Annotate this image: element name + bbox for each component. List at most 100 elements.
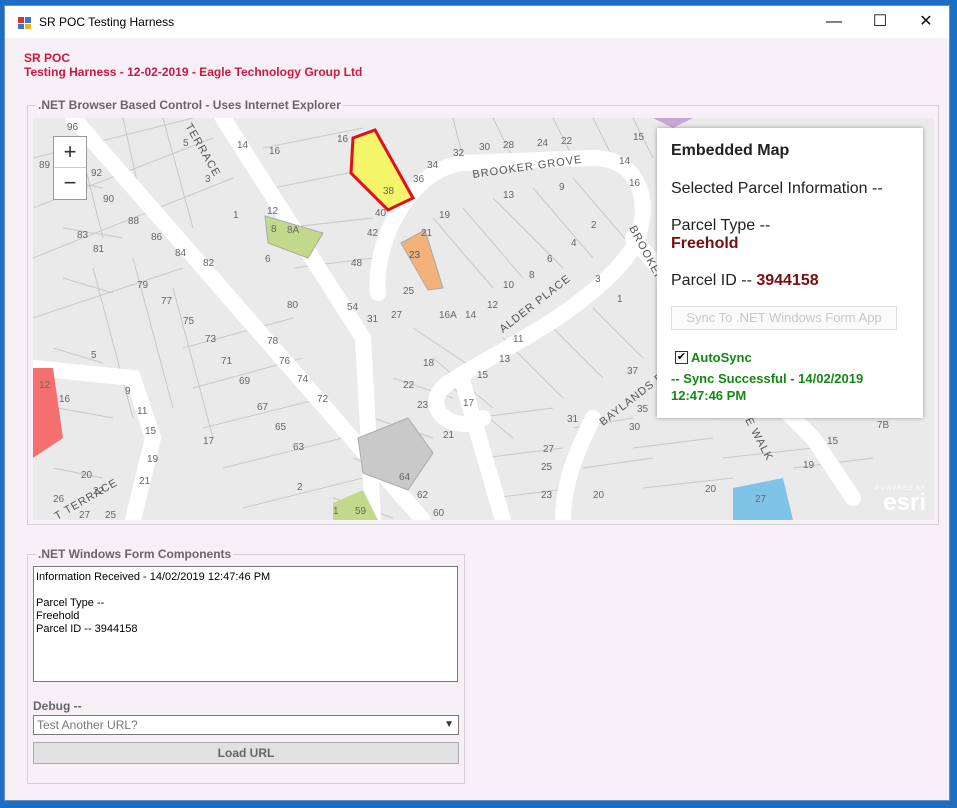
svg-text:37: 37 <box>627 366 639 377</box>
svg-text:4: 4 <box>571 238 577 249</box>
url-placeholder: Test Another URL? <box>37 718 138 732</box>
autosync-checkbox[interactable]: ✔ <box>675 351 688 364</box>
svg-text:92: 92 <box>91 168 103 179</box>
load-url-button[interactable]: Load URL <box>33 742 459 764</box>
zoom-in-button[interactable]: + <box>54 137 86 168</box>
svg-text:80: 80 <box>287 300 299 311</box>
svg-text:59: 59 <box>355 506 367 517</box>
svg-text:23: 23 <box>541 490 553 501</box>
svg-text:72: 72 <box>317 394 329 405</box>
svg-text:32: 32 <box>453 148 465 159</box>
svg-text:31: 31 <box>567 414 579 425</box>
svg-text:89: 89 <box>39 160 51 171</box>
debug-label: Debug -- <box>33 699 82 713</box>
svg-text:20: 20 <box>705 484 717 495</box>
zoom-control: + − <box>53 136 87 200</box>
zoom-out-button[interactable]: − <box>54 168 86 198</box>
information-textarea[interactable]: Information Received - 14/02/2019 12:47:… <box>33 566 458 682</box>
svg-text:19: 19 <box>147 454 159 465</box>
svg-text:14: 14 <box>619 156 631 167</box>
svg-text:15: 15 <box>477 370 489 381</box>
svg-text:12: 12 <box>487 300 499 311</box>
svg-text:12: 12 <box>39 380 51 391</box>
selected-parcel-label: 38 <box>383 186 395 197</box>
parcel-type-value: Freehold <box>671 235 739 252</box>
svg-text:83: 83 <box>77 230 89 241</box>
selected-parcel-heading: Selected Parcel Information -- <box>671 180 883 197</box>
svg-text:30: 30 <box>629 422 641 433</box>
title-bar[interactable]: SR POC Testing Harness — ☐ ✕ <box>5 6 949 38</box>
close-button[interactable]: ✕ <box>903 6 949 38</box>
svg-text:13: 13 <box>503 190 515 201</box>
svg-text:3: 3 <box>595 274 601 285</box>
svg-text:23: 23 <box>417 400 429 411</box>
svg-text:1: 1 <box>333 506 339 517</box>
textarea-line <box>36 584 455 597</box>
svg-text:60: 60 <box>433 508 445 519</box>
svg-text:2: 2 <box>297 482 303 493</box>
svg-text:25: 25 <box>403 286 415 297</box>
svg-text:15: 15 <box>145 426 157 437</box>
svg-text:84: 84 <box>175 248 187 259</box>
svg-text:88: 88 <box>128 216 140 227</box>
svg-text:18: 18 <box>423 358 435 369</box>
svg-text:73: 73 <box>205 334 217 345</box>
svg-text:27: 27 <box>79 510 91 520</box>
parcel-id-label: Parcel ID -- <box>671 272 752 289</box>
svg-text:31: 31 <box>367 314 379 325</box>
form-group-title: .NET Windows Form Components <box>36 547 234 561</box>
svg-text:75: 75 <box>183 316 195 327</box>
svg-text:2: 2 <box>591 220 597 231</box>
svg-text:13: 13 <box>499 354 511 365</box>
svg-text:16: 16 <box>337 134 349 145</box>
parcel-id-value: 3944158 <box>756 272 819 289</box>
svg-text:17: 17 <box>203 436 215 447</box>
svg-text:79: 79 <box>137 280 149 291</box>
svg-text:8A: 8A <box>287 225 300 236</box>
svg-text:16A: 16A <box>439 310 457 321</box>
sync-to-form-button[interactable]: Sync To .NET Windows Form App <box>671 306 897 330</box>
maximize-button[interactable]: ☐ <box>857 6 903 38</box>
svg-text:9: 9 <box>559 182 565 193</box>
embedded-map[interactable]: 96 89 92 90 88 86 84 82 83 81 79 77 75 73 71 69 67 6… <box>33 118 934 520</box>
info-panel-title: Embedded Map <box>671 142 790 159</box>
browser-group-title: .NET Browser Based Control - Uses Intern… <box>36 98 343 112</box>
svg-text:36: 36 <box>413 174 425 185</box>
svg-text:78: 78 <box>267 336 279 347</box>
autosync-label[interactable]: AutoSync <box>691 350 752 365</box>
svg-text:16: 16 <box>59 394 71 405</box>
app-subheading: Testing Harness - 12-02-2019 - Eagle Tec… <box>24 65 363 79</box>
svg-text:27: 27 <box>543 444 555 455</box>
svg-text:26: 26 <box>53 494 65 505</box>
svg-text:1: 1 <box>617 294 623 305</box>
svg-text:25: 25 <box>105 510 117 520</box>
window-title: SR POC Testing Harness <box>39 15 175 29</box>
svg-text:5: 5 <box>183 138 189 149</box>
textarea-line: Parcel ID -- 3944158 <box>36 623 138 635</box>
svg-text:24: 24 <box>537 138 549 149</box>
svg-text:48: 48 <box>351 258 363 269</box>
chevron-down-icon[interactable]: ▼ <box>444 716 454 734</box>
svg-text:11: 11 <box>513 334 524 345</box>
svg-text:21: 21 <box>421 228 433 239</box>
svg-text:34: 34 <box>427 160 439 171</box>
svg-text:64: 64 <box>399 472 411 483</box>
svg-text:77: 77 <box>161 296 173 307</box>
svg-text:54: 54 <box>347 302 359 313</box>
svg-text:11: 11 <box>137 406 148 417</box>
svg-text:63: 63 <box>293 442 305 453</box>
svg-text:7B: 7B <box>877 420 890 431</box>
svg-text:12: 12 <box>267 206 279 217</box>
minimize-button[interactable]: — <box>811 6 857 38</box>
svg-text:3: 3 <box>205 174 211 185</box>
app-window: SR POC Testing Harness — ☐ ✕ SR POC Test… <box>4 5 950 801</box>
esri-attribution[interactable]: POWERED BY esri <box>875 486 926 516</box>
esri-logo: esri <box>883 489 926 516</box>
svg-text:62: 62 <box>417 490 429 501</box>
svg-text:42: 42 <box>367 228 379 239</box>
svg-text:20: 20 <box>593 490 605 501</box>
svg-text:5: 5 <box>91 350 97 361</box>
svg-text:30: 30 <box>479 142 491 153</box>
url-combobox[interactable]: Test Another URL? ▼ <box>33 715 459 735</box>
neighbor-parcel-label: 23 <box>409 250 421 261</box>
